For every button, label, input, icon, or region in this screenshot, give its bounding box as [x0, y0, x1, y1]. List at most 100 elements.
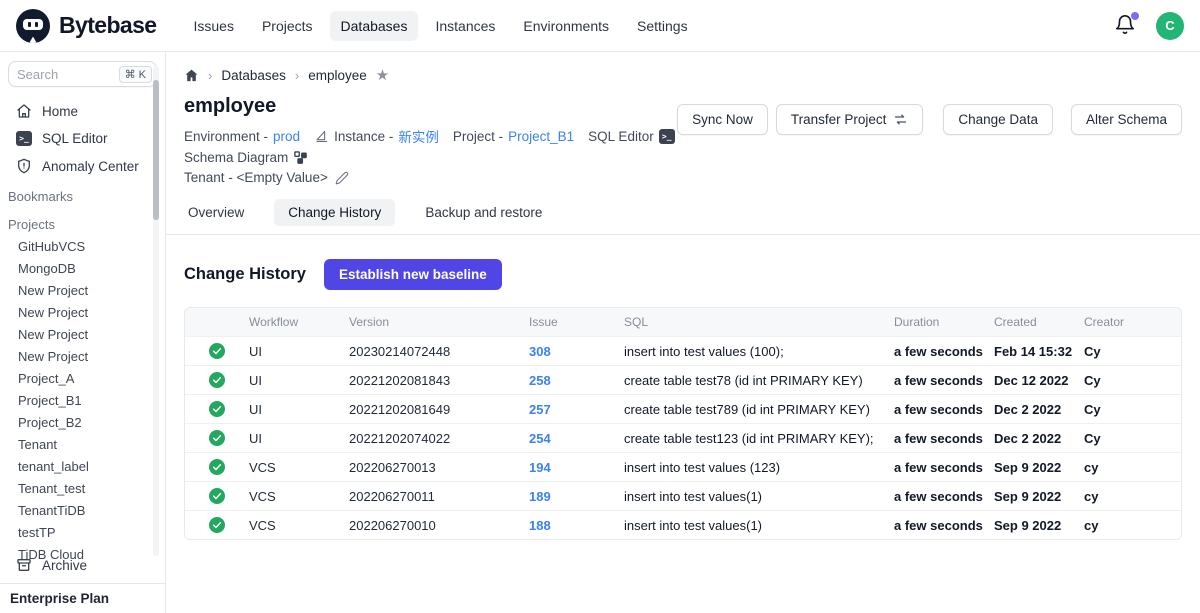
change-data-button[interactable]: Change Data [943, 104, 1053, 135]
sidebar-project-item[interactable]: New Project [0, 302, 165, 324]
sidebar-project-item[interactable]: Project_B1 [0, 390, 165, 412]
nav-item-instances[interactable]: Instances [424, 11, 506, 41]
sidebar-scrollbar[interactable] [153, 66, 159, 556]
row-workflow: VCS [249, 454, 349, 481]
plan-badge[interactable]: Enterprise Plan [0, 583, 165, 613]
row-sql: insert into test values (123) [624, 454, 894, 481]
success-check-icon [209, 430, 225, 446]
establish-baseline-button[interactable]: Establish new baseline [324, 259, 502, 290]
issue-link[interactable]: 257 [529, 402, 551, 417]
environment-link[interactable]: prod [273, 129, 300, 144]
issue-link[interactable]: 189 [529, 489, 551, 504]
sidebar-item-label: Anomaly Center [42, 159, 139, 174]
sidebar-project-item[interactable]: Tenant [0, 434, 165, 456]
breadcrumb-employee[interactable]: employee [308, 68, 367, 83]
sidebar-project-item[interactable]: Project_B2 [0, 412, 165, 434]
sidebar-scrollbar-thumb[interactable] [153, 80, 159, 220]
row-sql: create table test123 (id int PRIMARY KEY… [624, 425, 894, 452]
transfer-project-label: Transfer Project [791, 112, 887, 127]
issue-link[interactable]: 308 [529, 344, 551, 359]
sidebar-item-archive[interactable]: Archive [0, 551, 165, 579]
archive-icon [16, 557, 32, 573]
issue-link[interactable]: 254 [529, 431, 551, 446]
table-row[interactable]: UI 20221202074022 254 create table test1… [185, 423, 1181, 452]
table-row[interactable]: VCS 202206270011 189 insert into test va… [185, 481, 1181, 510]
tab-overview[interactable]: Overview [188, 199, 244, 226]
edit-pencil-icon[interactable] [335, 171, 349, 185]
issue-link[interactable]: 188 [529, 518, 551, 533]
sidebar-project-item[interactable]: New Project [0, 346, 165, 368]
sidebar-project-item[interactable]: New Project [0, 324, 165, 346]
issue-link[interactable]: 194 [529, 460, 551, 475]
nav-item-issues[interactable]: Issues [182, 11, 244, 41]
table-row[interactable]: UI 20221202081843 258 create table test7… [185, 365, 1181, 394]
home-breadcrumb-icon[interactable] [184, 68, 199, 83]
bookmark-star-icon[interactable]: ★ [376, 66, 389, 84]
breadcrumb-separator: › [295, 68, 299, 83]
main-content: › Databases › employee ★ employee Enviro… [166, 52, 1200, 613]
schema-diagram-icon [293, 150, 308, 165]
row-version: 20221202081649 [349, 396, 529, 423]
sidebar-project-item[interactable]: MongoDB [0, 258, 165, 280]
row-duration: a few seconds [894, 454, 994, 481]
search-input[interactable]: Search ⌘ K [8, 61, 157, 87]
environment-label: Environment - [184, 129, 268, 144]
row-duration: a few seconds [894, 512, 994, 539]
project-link[interactable]: Project_B1 [508, 129, 574, 144]
row-creator: Cy [1084, 396, 1181, 423]
bytebase-logo-icon [16, 9, 50, 43]
table-row[interactable]: UI 20230214072448 308 insert into test v… [185, 336, 1181, 365]
table-row[interactable]: VCS 202206270013 194 insert into test va… [185, 452, 1181, 481]
sidebar-item-home[interactable]: Home [0, 97, 165, 125]
instance-engine-icon [314, 129, 329, 144]
sidebar-item-label: Home [42, 104, 78, 119]
row-workflow: UI [249, 367, 349, 394]
sync-now-button[interactable]: Sync Now [677, 104, 768, 135]
schema-diagram-link[interactable]: Schema Diagram [184, 150, 308, 165]
row-sql: insert into test values(1) [624, 483, 894, 510]
success-check-icon [209, 343, 225, 359]
bytebase-logo[interactable]: Bytebase [16, 9, 156, 43]
table-header-row: Workflow Version Issue SQL Duration Crea… [185, 308, 1181, 336]
col-duration: Duration [894, 308, 994, 336]
row-duration: a few seconds [894, 396, 994, 423]
user-avatar[interactable]: C [1156, 12, 1184, 40]
notifications-bell-icon[interactable] [1114, 14, 1138, 38]
shield-icon [16, 158, 32, 174]
nav-item-environments[interactable]: Environments [512, 11, 620, 41]
col-workflow: Workflow [249, 308, 349, 336]
row-sql: insert into test values (100); [624, 338, 894, 365]
table-row[interactable]: VCS 202206270010 188 insert into test va… [185, 510, 1181, 539]
sql-editor-label: SQL Editor [588, 129, 654, 144]
row-duration: a few seconds [894, 367, 994, 394]
sidebar-project-item[interactable]: Project_A [0, 368, 165, 390]
instance-label: Instance - [334, 129, 393, 144]
transfer-project-button[interactable]: Transfer Project [776, 104, 924, 135]
sidebar-project-item[interactable]: New Project [0, 280, 165, 302]
tab-backup-and-restore[interactable]: Backup and restore [425, 199, 542, 226]
sidebar-project-item[interactable]: testTP [0, 522, 165, 544]
sidebar-project-item[interactable]: GitHubVCS [0, 236, 165, 258]
nav-item-projects[interactable]: Projects [251, 11, 324, 41]
sidebar-project-item[interactable]: tenant_label [0, 456, 165, 478]
breadcrumb-databases[interactable]: Databases [221, 68, 286, 83]
nav-item-settings[interactable]: Settings [626, 11, 699, 41]
sql-editor-link[interactable]: SQL Editor >_ [588, 129, 675, 144]
project-pair: Project - Project_B1 [453, 129, 574, 144]
notification-dot [1131, 12, 1139, 20]
tenant-label: Tenant - <Empty Value> [184, 170, 328, 185]
sidebar-item-anomaly-center[interactable]: Anomaly Center [0, 152, 165, 180]
success-check-icon [209, 517, 225, 533]
row-created: Dec 2 2022 [994, 425, 1084, 452]
row-workflow: UI [249, 425, 349, 452]
table-row[interactable]: UI 20221202081649 257 create table test7… [185, 394, 1181, 423]
instance-link[interactable]: 新实例 [398, 126, 439, 146]
sidebar-project-item[interactable]: TenantTiDB [0, 500, 165, 522]
sidebar-project-item[interactable]: Tenant_test [0, 478, 165, 500]
nav-item-databases[interactable]: Databases [330, 11, 419, 41]
alter-schema-button[interactable]: Alter Schema [1071, 104, 1182, 135]
tab-change-history[interactable]: Change History [274, 199, 395, 226]
issue-link[interactable]: 258 [529, 373, 551, 388]
sidebar-item-label: SQL Editor [42, 131, 108, 146]
sidebar-item-sql-editor[interactable]: >_ SQL Editor [0, 125, 165, 152]
